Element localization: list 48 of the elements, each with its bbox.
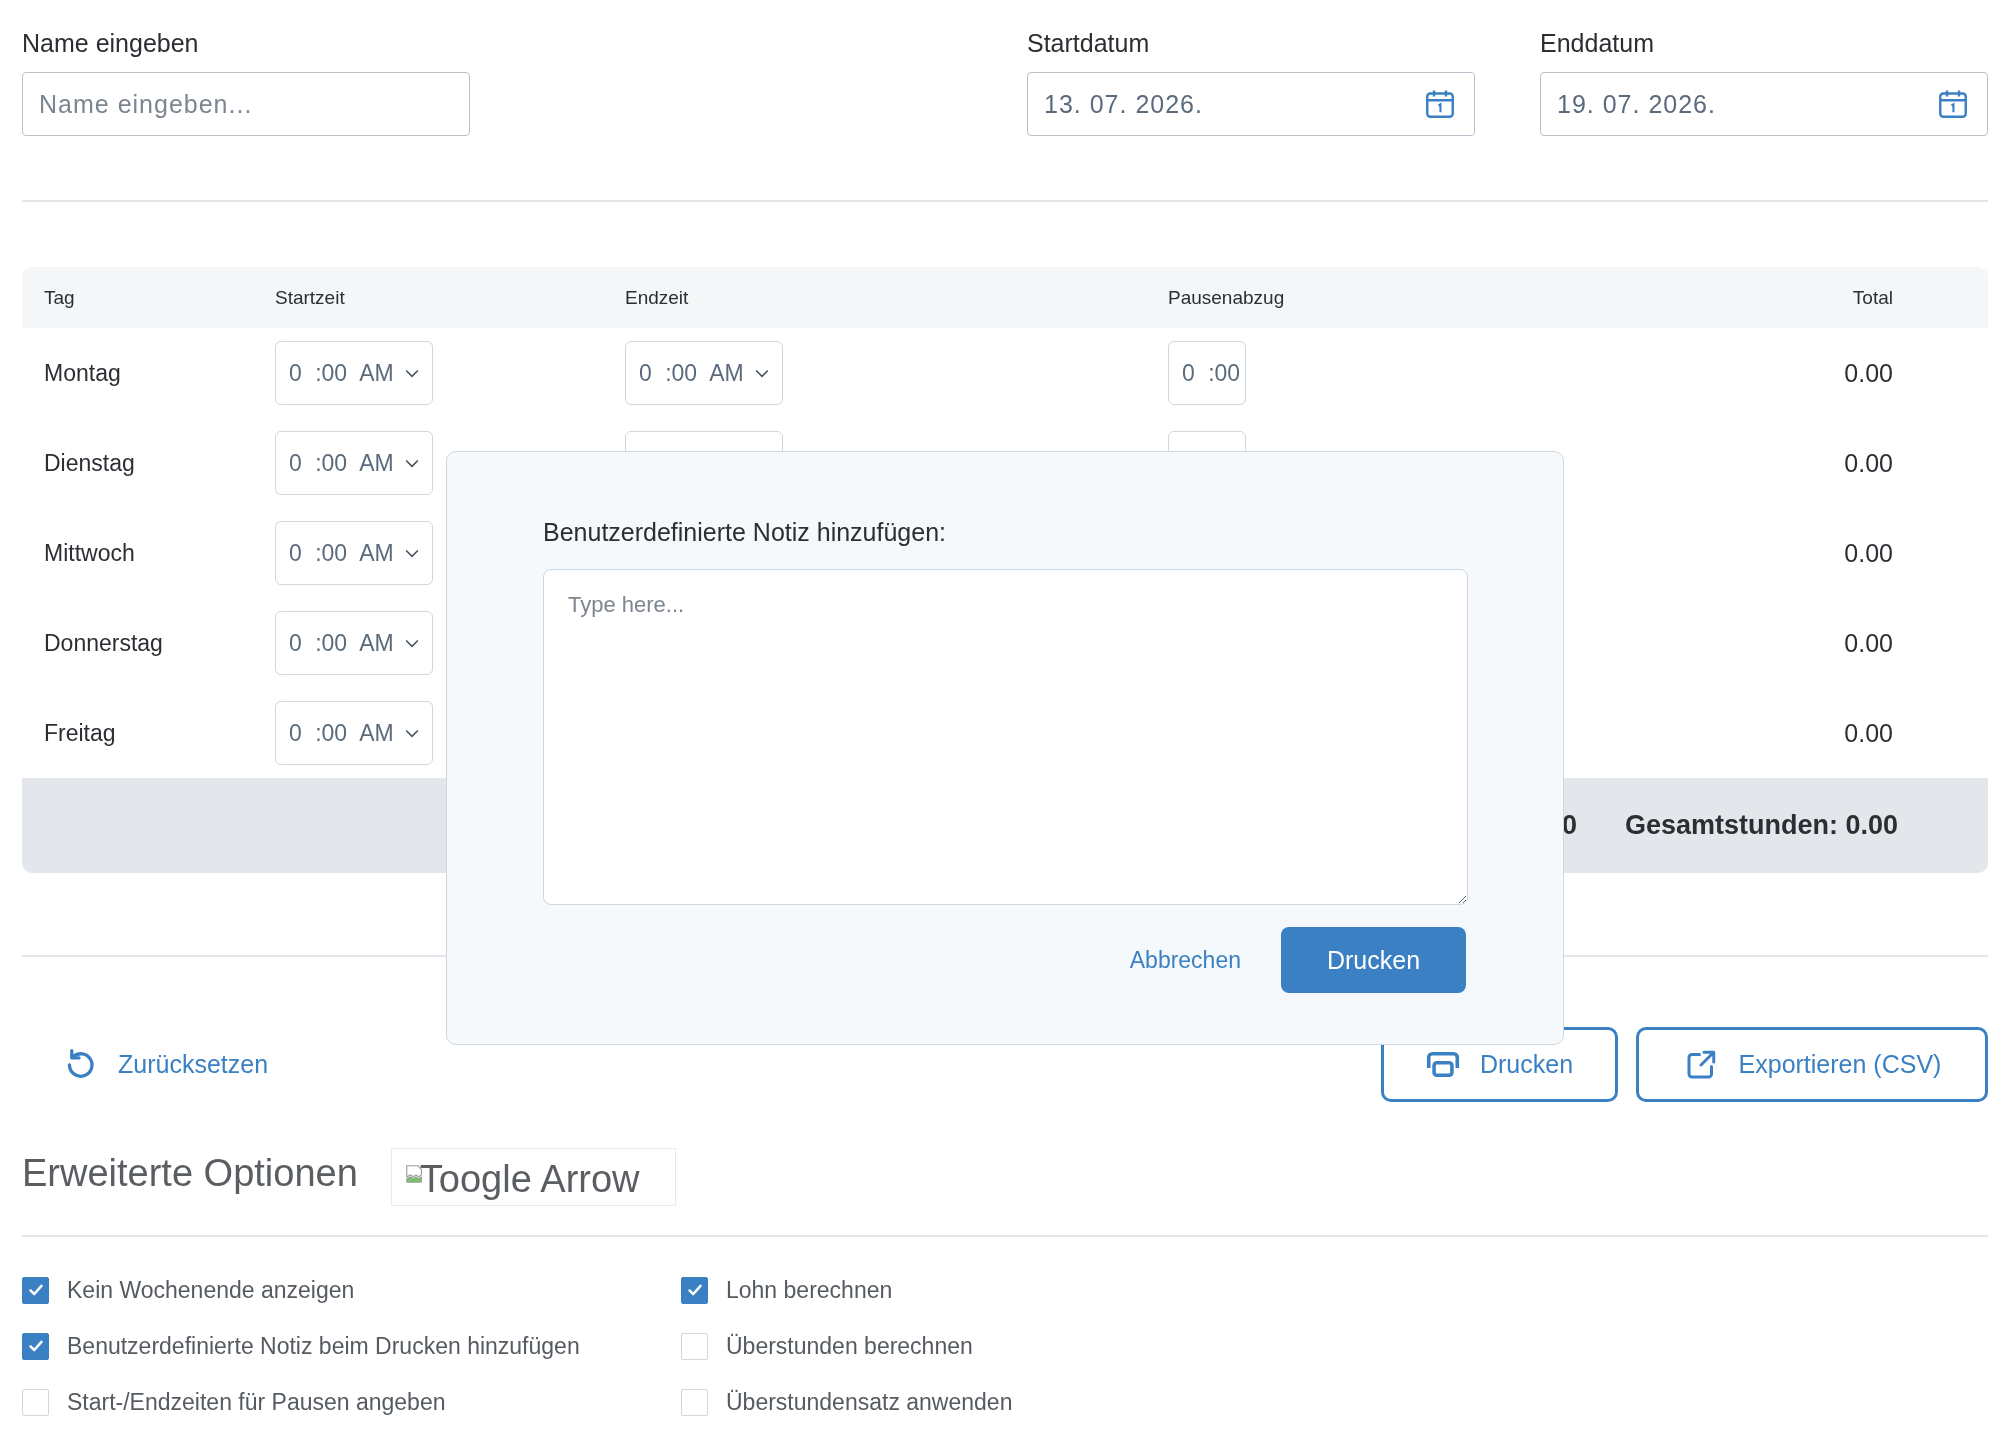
option-label: Überstunden berechnen xyxy=(726,1332,973,1360)
date-field[interactable]: 19. 07. 2026. xyxy=(1540,72,1988,136)
image-alt-text: Toogle Arrow xyxy=(419,1157,640,1201)
time-select[interactable]: 0 :00 AM xyxy=(275,611,433,675)
option-label: Überstundensatz anwenden xyxy=(726,1388,1013,1416)
total-cell: 0.00 xyxy=(1844,628,1893,658)
total-cell: 0.00 xyxy=(1844,358,1893,388)
export-button[interactable]: Exportieren (CSV) xyxy=(1636,1027,1988,1102)
checkbox[interactable] xyxy=(22,1332,49,1360)
reset-button[interactable]: Zurücksetzen xyxy=(62,1046,269,1083)
option-label: Benutzerdefinierte Notiz beim Drucken hinzufügen xyxy=(67,1332,580,1360)
dialog-label: Benutzerdefinierte Notiz hinzufügen: xyxy=(543,518,948,547)
column-header: Total xyxy=(1852,286,1893,309)
cancel-button[interactable]: Abbrechen xyxy=(1129,946,1241,974)
time-select[interactable]: 0 :00 AM xyxy=(625,341,783,405)
note-field[interactable]: Type here... xyxy=(543,569,1468,905)
field-label: Enddatum xyxy=(1540,29,1655,58)
field-label: Name eingeben xyxy=(22,29,200,58)
checkbox[interactable] xyxy=(22,1276,49,1304)
option-label: Lohn berechnen xyxy=(726,1276,893,1304)
print-button[interactable]: Drucken xyxy=(1281,927,1466,993)
time-select[interactable]: 0 :00 AM xyxy=(275,521,433,585)
day-cell-text: Donnerstag xyxy=(44,629,164,657)
field-label: Startdatum xyxy=(1027,29,1151,58)
column-header: Endzeit xyxy=(625,286,690,309)
option-label: Kein Wochenende anzeigen xyxy=(67,1276,355,1304)
column-header: Tag xyxy=(44,286,76,309)
time-select[interactable]: 0 :00 AM xyxy=(275,341,433,405)
checkbox[interactable] xyxy=(681,1276,708,1304)
option-label: Start-/Endzeiten für Pausen angeben xyxy=(67,1388,446,1416)
total-cell: 0.00 xyxy=(1844,718,1893,748)
name-field[interactable]: Name eingeben... xyxy=(22,72,470,136)
grand-total: Gesamtstunden: 0.00 xyxy=(1624,810,1898,841)
column-header: Startzeit xyxy=(275,286,346,309)
total-cell: 0.00 xyxy=(1844,538,1893,568)
section-title: Erweiterte Optionen xyxy=(22,1151,358,1195)
day-cell-text: Dienstag xyxy=(44,449,136,477)
day-cell-text: Freitag xyxy=(44,719,117,747)
total-cell: 0.00 xyxy=(1844,448,1893,478)
day-cell-text: Montag xyxy=(44,359,122,387)
time-select[interactable]: 0 :00 AM xyxy=(275,431,433,495)
day-cell-text: Mittwoch xyxy=(44,539,136,567)
image-frame[interactable]: Toogle Arrow xyxy=(390,1148,676,1206)
column-header: Pausenabzug xyxy=(1168,286,1286,309)
printer-icon xyxy=(1425,1052,1460,1077)
time-select[interactable]: 0 :00 AM xyxy=(275,701,433,765)
duration-field[interactable]: 0 :00 xyxy=(1168,341,1246,405)
date-field[interactable]: 13. 07. 2026. xyxy=(1027,72,1475,136)
